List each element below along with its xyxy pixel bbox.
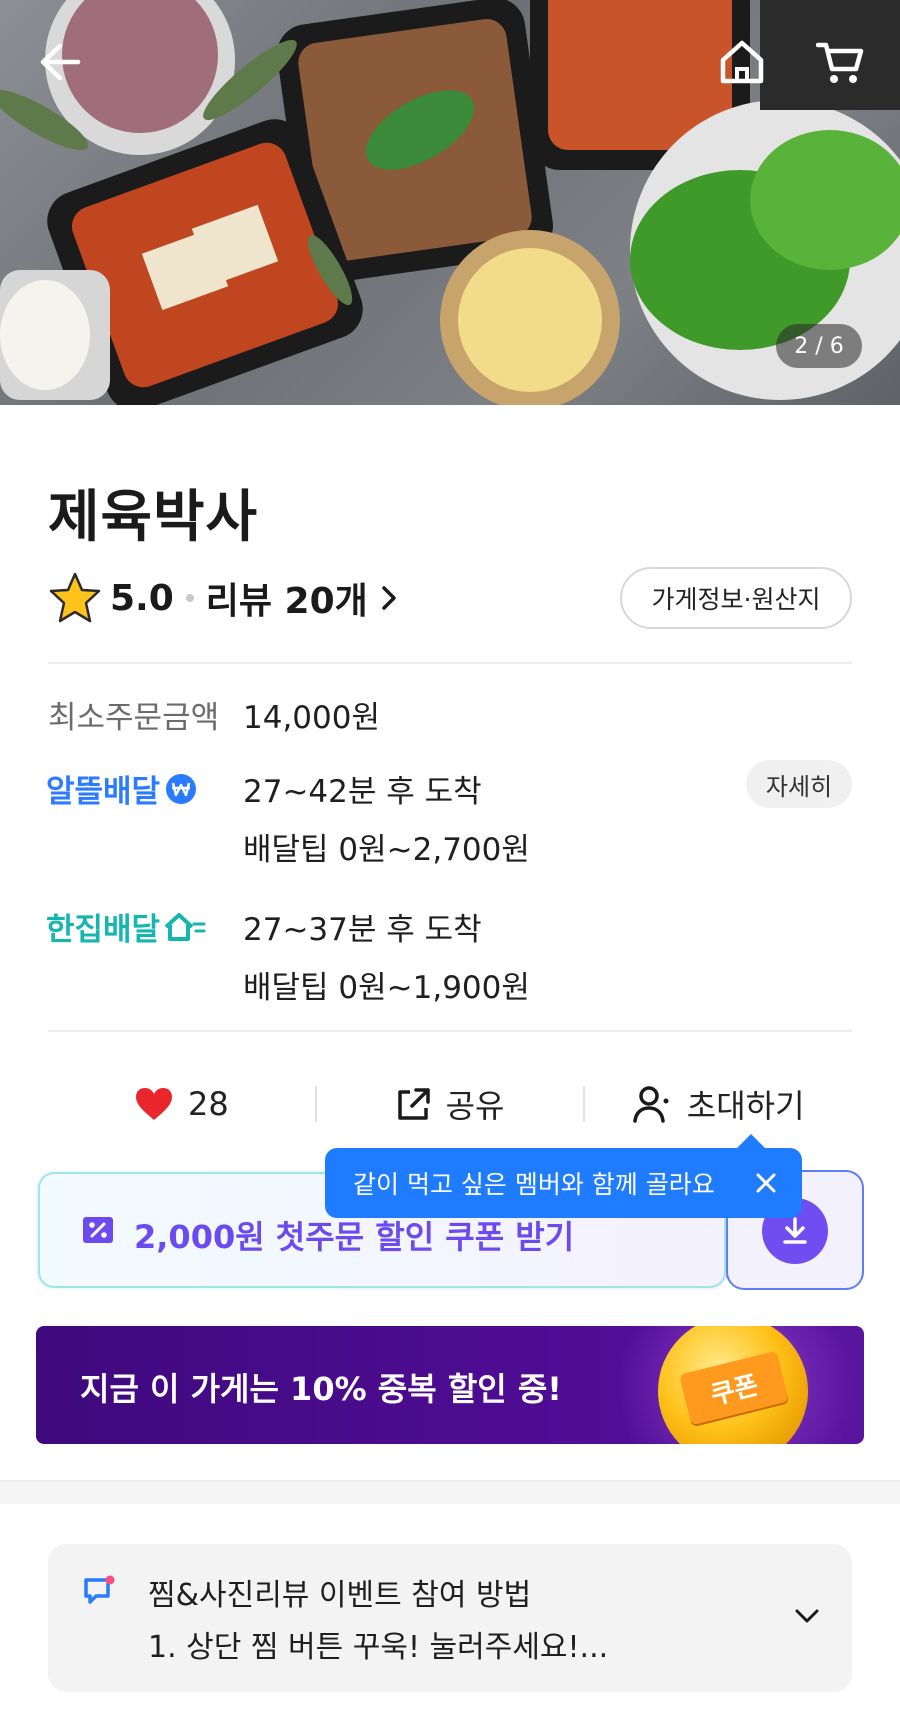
single-eta: 27~37분 후 도착 bbox=[243, 912, 482, 948]
event-notice-card[interactable]: 찜&사진리뷰 이벤트 참여 방법 1. 상단 찜 버튼 꾸욱! 눌러주세요!..… bbox=[48, 1544, 852, 1692]
close-icon[interactable] bbox=[752, 1169, 780, 1197]
coupon-icon bbox=[83, 1217, 113, 1243]
rating-score: 5.0 bbox=[110, 577, 174, 619]
heart-icon bbox=[135, 1088, 172, 1120]
divider bbox=[48, 662, 852, 664]
invite-label: 초대하기 bbox=[686, 1087, 805, 1125]
won-coin-icon bbox=[166, 773, 197, 804]
star-icon bbox=[49, 572, 101, 623]
store-info-button[interactable]: 가게정보·원산지 bbox=[620, 567, 852, 629]
coupon-text: 2,000원 첫주문 할인 쿠폰 받기 bbox=[134, 1218, 575, 1256]
hero-image[interactable]: 2 / 6 bbox=[0, 0, 900, 405]
notice-chat-icon bbox=[84, 1575, 115, 1604]
delivery-detail-button[interactable]: 자세히 bbox=[746, 760, 852, 808]
tooltip-text: 같이 먹고 싶은 멤버와 함께 골라요 bbox=[353, 1170, 715, 1199]
section-separator bbox=[0, 1480, 900, 1504]
rating-row[interactable]: 5.0 리뷰 20개 bbox=[48, 568, 400, 628]
share-label: 공유 bbox=[445, 1087, 505, 1125]
house-speed-icon bbox=[164, 912, 206, 941]
divider bbox=[48, 1030, 852, 1032]
economy-delivery-brand: 알뜰배달 bbox=[46, 766, 198, 811]
event-title: 찜&사진리뷰 이벤트 참여 방법 bbox=[148, 1578, 532, 1613]
like-count: 28 bbox=[187, 1085, 229, 1123]
back-button[interactable] bbox=[30, 32, 90, 92]
single-tip: 배달팁 0원~1,900원 bbox=[243, 970, 530, 1006]
separator-dot bbox=[185, 594, 194, 602]
invite-button[interactable]: 초대하기 bbox=[585, 1081, 852, 1127]
like-button[interactable]: 28 bbox=[48, 1085, 315, 1123]
back-arrow-icon bbox=[40, 43, 81, 81]
banner-text: 지금 이 가게는 10% 중복 할인 중! bbox=[80, 1370, 562, 1408]
min-order-label: 최소주문금액 bbox=[48, 700, 220, 736]
chevron-down-icon[interactable] bbox=[792, 1606, 822, 1626]
single-delivery-label: 한집배달 bbox=[46, 912, 161, 948]
home-button[interactable] bbox=[712, 32, 772, 92]
share-button[interactable]: 공유 bbox=[317, 1081, 584, 1127]
event-subtitle: 1. 상단 찜 버튼 꾸욱! 눌러주세요!... bbox=[148, 1630, 609, 1665]
person-add-icon bbox=[633, 1086, 669, 1123]
economy-delivery-label: 알뜰배달 bbox=[46, 774, 161, 810]
reviews-link[interactable]: 리뷰 20개 bbox=[206, 572, 368, 624]
min-order-value: 14,000원 bbox=[243, 700, 380, 736]
invite-tooltip: 같이 먹고 싶은 멤버와 함께 골라요 bbox=[325, 1134, 802, 1218]
economy-eta: 27~42분 후 도착 bbox=[243, 774, 482, 810]
chevron-right-icon bbox=[382, 586, 396, 610]
download-icon bbox=[783, 1217, 807, 1244]
share-icon bbox=[397, 1088, 430, 1120]
image-counter: 2 / 6 bbox=[776, 324, 862, 368]
economy-tip: 배달팁 0원~2,700원 bbox=[243, 832, 530, 868]
store-name: 제육박사 bbox=[48, 485, 259, 550]
cart-icon bbox=[816, 42, 864, 83]
home-icon bbox=[720, 40, 764, 84]
action-bar: 28 공유 초대하기 bbox=[48, 1076, 852, 1132]
single-delivery-brand: 한집배달 bbox=[46, 904, 206, 949]
discount-banner[interactable]: 쿠폰 지금 이 가게는 10% 중복 할인 중! bbox=[36, 1326, 864, 1444]
cart-button[interactable] bbox=[810, 32, 870, 92]
